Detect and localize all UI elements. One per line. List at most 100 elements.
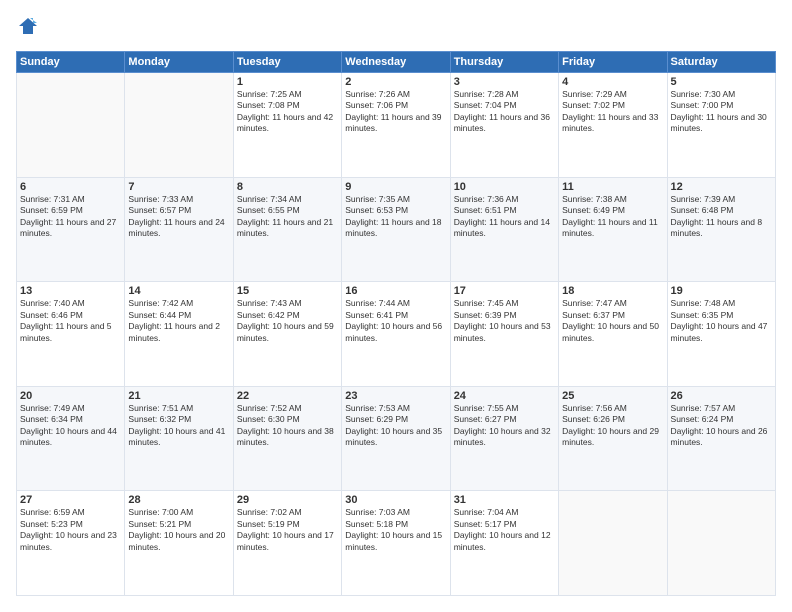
calendar-cell: 26Sunrise: 7:57 AMSunset: 6:24 PMDayligh… [667, 386, 775, 491]
day-info: Sunrise: 7:39 AMSunset: 6:48 PMDaylight:… [671, 194, 772, 240]
day-number: 17 [454, 285, 555, 297]
day-info: Sunrise: 7:52 AMSunset: 6:30 PMDaylight:… [237, 403, 338, 449]
day-number: 12 [671, 181, 772, 193]
day-info: Sunrise: 7:29 AMSunset: 7:02 PMDaylight:… [562, 89, 663, 135]
day-info: Sunrise: 7:44 AMSunset: 6:41 PMDaylight:… [345, 298, 446, 344]
calendar-cell: 25Sunrise: 7:56 AMSunset: 6:26 PMDayligh… [559, 386, 667, 491]
calendar-cell: 30Sunrise: 7:03 AMSunset: 5:18 PMDayligh… [342, 491, 450, 596]
calendar-cell: 13Sunrise: 7:40 AMSunset: 6:46 PMDayligh… [17, 282, 125, 387]
calendar-cell: 11Sunrise: 7:38 AMSunset: 6:49 PMDayligh… [559, 177, 667, 282]
header-tuesday: Tuesday [233, 52, 341, 73]
header-thursday: Thursday [450, 52, 558, 73]
calendar-cell: 27Sunrise: 6:59 AMSunset: 5:23 PMDayligh… [17, 491, 125, 596]
day-info: Sunrise: 7:56 AMSunset: 6:26 PMDaylight:… [562, 403, 663, 449]
calendar-week-2: 6Sunrise: 7:31 AMSunset: 6:59 PMDaylight… [17, 177, 776, 282]
logo [16, 16, 38, 41]
day-info: Sunrise: 7:48 AMSunset: 6:35 PMDaylight:… [671, 298, 772, 344]
calendar-cell: 22Sunrise: 7:52 AMSunset: 6:30 PMDayligh… [233, 386, 341, 491]
calendar-cell [667, 491, 775, 596]
calendar-cell: 16Sunrise: 7:44 AMSunset: 6:41 PMDayligh… [342, 282, 450, 387]
calendar-cell [125, 73, 233, 178]
day-number: 8 [237, 181, 338, 193]
calendar-cell: 17Sunrise: 7:45 AMSunset: 6:39 PMDayligh… [450, 282, 558, 387]
day-info: Sunrise: 7:02 AMSunset: 5:19 PMDaylight:… [237, 507, 338, 553]
calendar-cell: 3Sunrise: 7:28 AMSunset: 7:04 PMDaylight… [450, 73, 558, 178]
day-info: Sunrise: 7:35 AMSunset: 6:53 PMDaylight:… [345, 194, 446, 240]
day-number: 2 [345, 76, 446, 88]
header-saturday: Saturday [667, 52, 775, 73]
calendar-week-5: 27Sunrise: 6:59 AMSunset: 5:23 PMDayligh… [17, 491, 776, 596]
day-number: 21 [128, 390, 229, 402]
day-number: 18 [562, 285, 663, 297]
calendar-cell: 15Sunrise: 7:43 AMSunset: 6:42 PMDayligh… [233, 282, 341, 387]
day-info: Sunrise: 7:51 AMSunset: 6:32 PMDaylight:… [128, 403, 229, 449]
day-number: 23 [345, 390, 446, 402]
header-friday: Friday [559, 52, 667, 73]
day-info: Sunrise: 7:53 AMSunset: 6:29 PMDaylight:… [345, 403, 446, 449]
calendar-cell: 28Sunrise: 7:00 AMSunset: 5:21 PMDayligh… [125, 491, 233, 596]
day-number: 14 [128, 285, 229, 297]
calendar-cell: 18Sunrise: 7:47 AMSunset: 6:37 PMDayligh… [559, 282, 667, 387]
day-info: Sunrise: 7:43 AMSunset: 6:42 PMDaylight:… [237, 298, 338, 344]
calendar-cell: 10Sunrise: 7:36 AMSunset: 6:51 PMDayligh… [450, 177, 558, 282]
day-info: Sunrise: 7:45 AMSunset: 6:39 PMDaylight:… [454, 298, 555, 344]
day-number: 9 [345, 181, 446, 193]
day-number: 5 [671, 76, 772, 88]
calendar-cell [17, 73, 125, 178]
calendar-cell: 2Sunrise: 7:26 AMSunset: 7:06 PMDaylight… [342, 73, 450, 178]
day-number: 16 [345, 285, 446, 297]
calendar-cell: 21Sunrise: 7:51 AMSunset: 6:32 PMDayligh… [125, 386, 233, 491]
day-info: Sunrise: 7:47 AMSunset: 6:37 PMDaylight:… [562, 298, 663, 344]
day-number: 15 [237, 285, 338, 297]
day-number: 20 [20, 390, 121, 402]
day-info: Sunrise: 7:28 AMSunset: 7:04 PMDaylight:… [454, 89, 555, 135]
day-number: 25 [562, 390, 663, 402]
day-number: 13 [20, 285, 121, 297]
day-number: 6 [20, 181, 121, 193]
calendar-cell: 12Sunrise: 7:39 AMSunset: 6:48 PMDayligh… [667, 177, 775, 282]
calendar-cell: 8Sunrise: 7:34 AMSunset: 6:55 PMDaylight… [233, 177, 341, 282]
calendar-cell: 5Sunrise: 7:30 AMSunset: 7:00 PMDaylight… [667, 73, 775, 178]
day-info: Sunrise: 7:49 AMSunset: 6:34 PMDaylight:… [20, 403, 121, 449]
day-number: 29 [237, 494, 338, 506]
calendar-page: SundayMondayTuesdayWednesdayThursdayFrid… [0, 0, 792, 612]
day-info: Sunrise: 7:36 AMSunset: 6:51 PMDaylight:… [454, 194, 555, 240]
day-info: Sunrise: 7:55 AMSunset: 6:27 PMDaylight:… [454, 403, 555, 449]
calendar-cell: 4Sunrise: 7:29 AMSunset: 7:02 PMDaylight… [559, 73, 667, 178]
calendar-cell: 1Sunrise: 7:25 AMSunset: 7:08 PMDaylight… [233, 73, 341, 178]
day-info: Sunrise: 7:40 AMSunset: 6:46 PMDaylight:… [20, 298, 121, 344]
day-info: Sunrise: 7:04 AMSunset: 5:17 PMDaylight:… [454, 507, 555, 553]
day-info: Sunrise: 7:30 AMSunset: 7:00 PMDaylight:… [671, 89, 772, 135]
day-number: 4 [562, 76, 663, 88]
header-sunday: Sunday [17, 52, 125, 73]
calendar-cell: 23Sunrise: 7:53 AMSunset: 6:29 PMDayligh… [342, 386, 450, 491]
day-number: 19 [671, 285, 772, 297]
day-number: 28 [128, 494, 229, 506]
calendar-header-row: SundayMondayTuesdayWednesdayThursdayFrid… [17, 52, 776, 73]
day-info: Sunrise: 7:31 AMSunset: 6:59 PMDaylight:… [20, 194, 121, 240]
day-info: Sunrise: 7:26 AMSunset: 7:06 PMDaylight:… [345, 89, 446, 135]
day-number: 10 [454, 181, 555, 193]
day-number: 22 [237, 390, 338, 402]
calendar-table: SundayMondayTuesdayWednesdayThursdayFrid… [16, 51, 776, 596]
calendar-week-3: 13Sunrise: 7:40 AMSunset: 6:46 PMDayligh… [17, 282, 776, 387]
day-number: 30 [345, 494, 446, 506]
day-info: Sunrise: 7:38 AMSunset: 6:49 PMDaylight:… [562, 194, 663, 240]
day-info: Sunrise: 7:25 AMSunset: 7:08 PMDaylight:… [237, 89, 338, 135]
calendar-cell: 14Sunrise: 7:42 AMSunset: 6:44 PMDayligh… [125, 282, 233, 387]
header [16, 16, 776, 41]
calendar-cell: 6Sunrise: 7:31 AMSunset: 6:59 PMDaylight… [17, 177, 125, 282]
day-info: Sunrise: 7:57 AMSunset: 6:24 PMDaylight:… [671, 403, 772, 449]
day-number: 1 [237, 76, 338, 88]
calendar-cell: 24Sunrise: 7:55 AMSunset: 6:27 PMDayligh… [450, 386, 558, 491]
calendar-cell: 19Sunrise: 7:48 AMSunset: 6:35 PMDayligh… [667, 282, 775, 387]
calendar-cell: 31Sunrise: 7:04 AMSunset: 5:17 PMDayligh… [450, 491, 558, 596]
calendar-week-4: 20Sunrise: 7:49 AMSunset: 6:34 PMDayligh… [17, 386, 776, 491]
header-wednesday: Wednesday [342, 52, 450, 73]
calendar-cell [559, 491, 667, 596]
day-number: 7 [128, 181, 229, 193]
logo-icon [18, 16, 38, 36]
day-info: Sunrise: 6:59 AMSunset: 5:23 PMDaylight:… [20, 507, 121, 553]
day-info: Sunrise: 7:42 AMSunset: 6:44 PMDaylight:… [128, 298, 229, 344]
day-info: Sunrise: 7:00 AMSunset: 5:21 PMDaylight:… [128, 507, 229, 553]
